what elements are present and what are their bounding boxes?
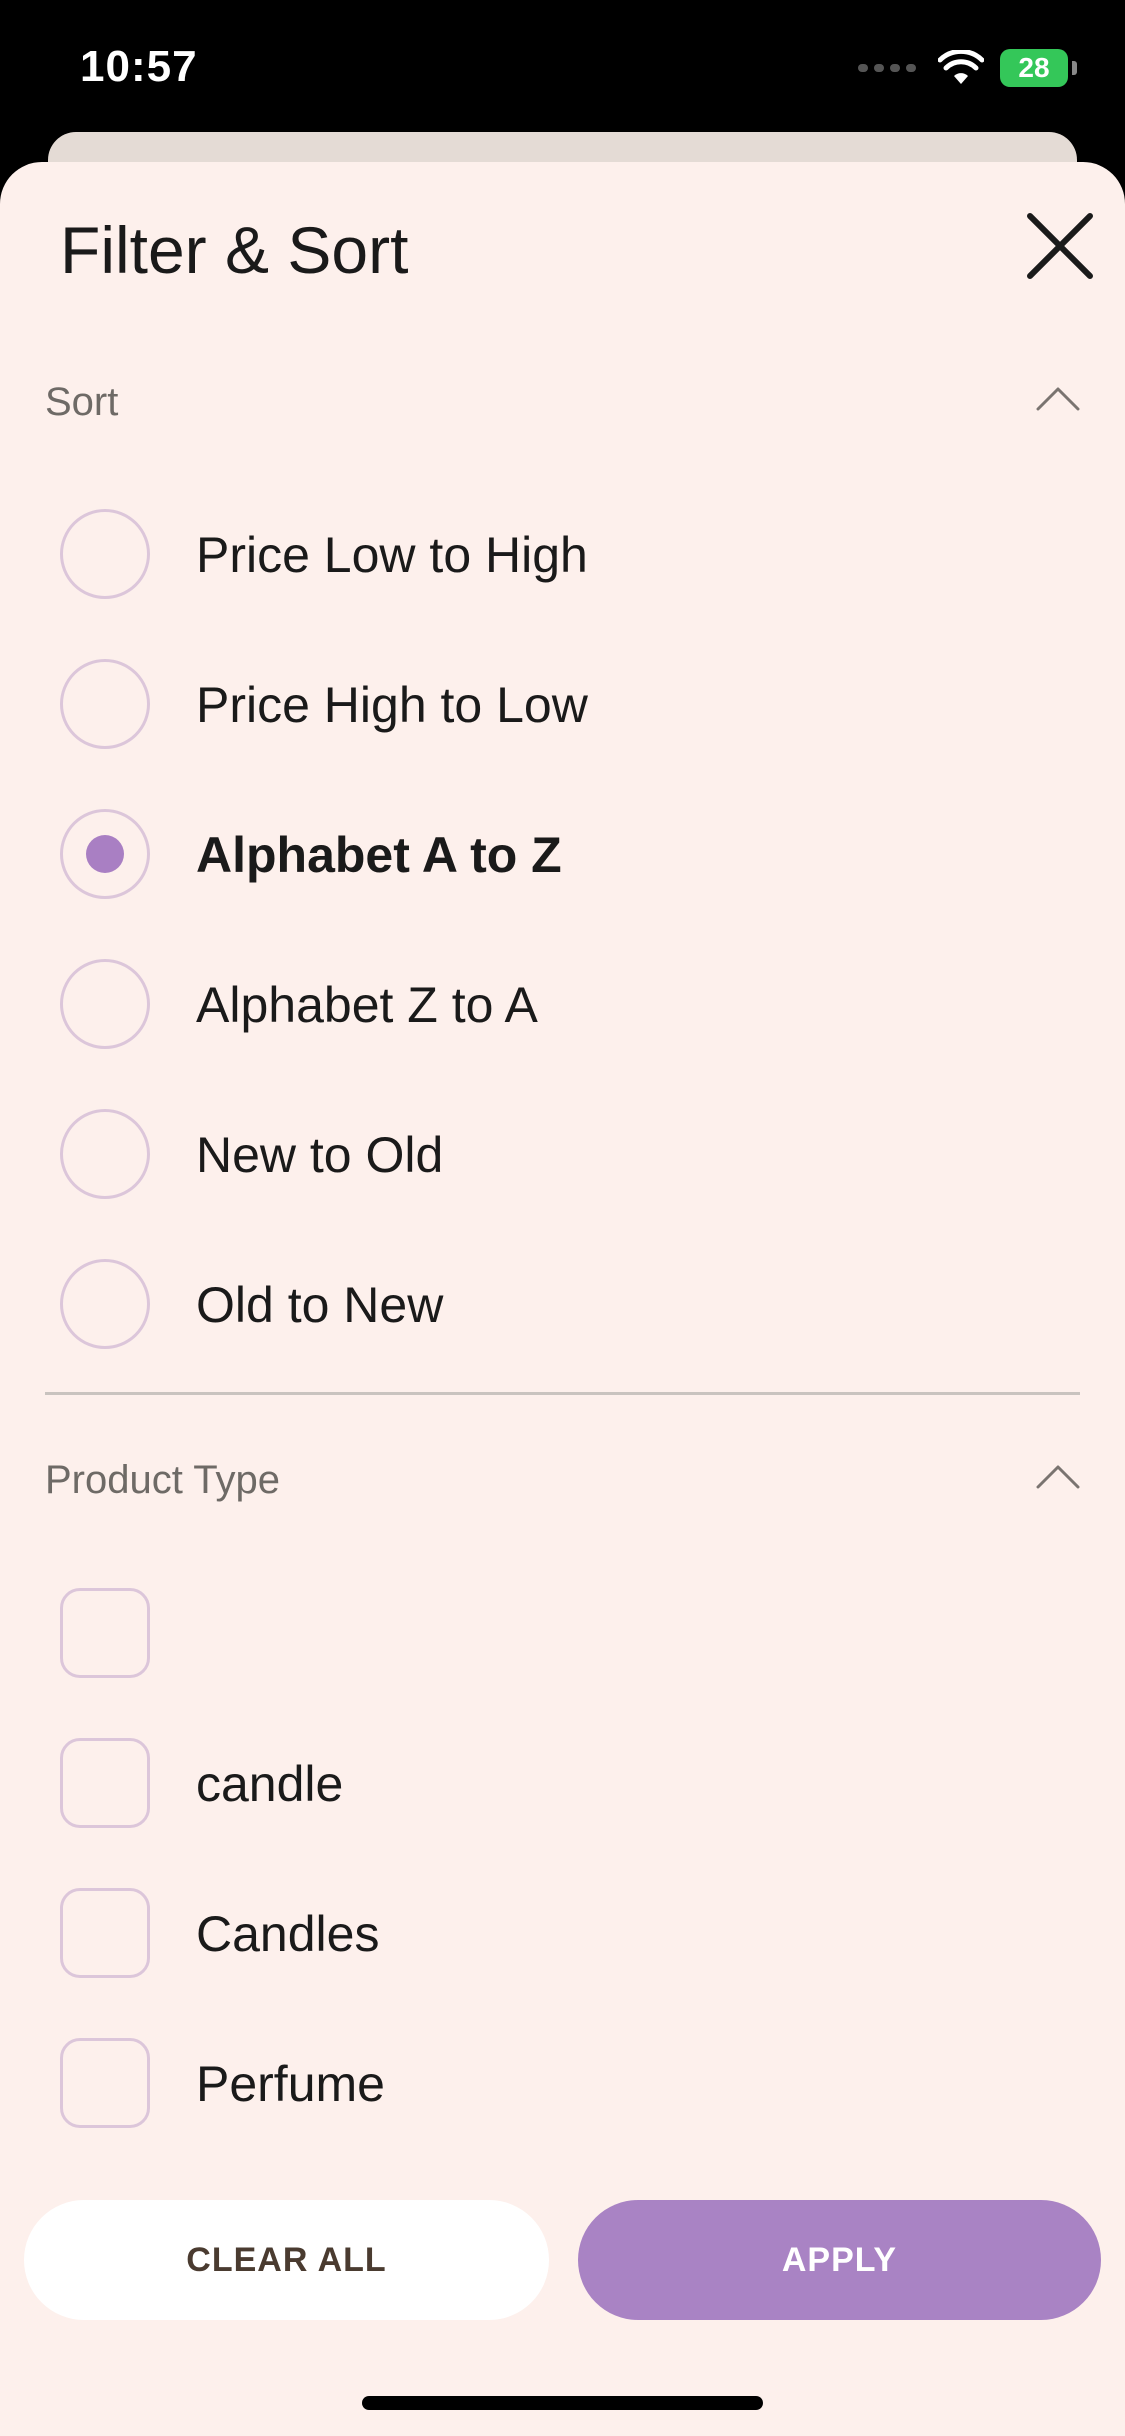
sort-option-label: Old to New: [196, 1277, 444, 1333]
section-divider: [45, 1392, 1080, 1395]
status-indicators: 28: [858, 44, 1077, 92]
checkbox[interactable]: [60, 1738, 150, 1828]
product-type-option-label: Perfume: [196, 2056, 385, 2112]
close-icon: [1027, 213, 1093, 279]
sort-option-alphabet-z-a[interactable]: Alphabet Z to A: [60, 954, 1060, 1054]
status-time: 10:57: [80, 42, 198, 91]
sort-option-price-low-high[interactable]: Price Low to High: [60, 504, 1060, 604]
radio-button-selected[interactable]: [60, 809, 150, 899]
product-type-option-blank[interactable]: [60, 1583, 1060, 1683]
product-type-option-candle[interactable]: candle: [60, 1733, 1060, 1833]
checkbox[interactable]: [60, 1888, 150, 1978]
filter-sort-sheet: Filter & Sort Sort Price Low to High Pri…: [0, 162, 1125, 2436]
sort-section-label: Sort: [45, 380, 119, 424]
home-indicator: [362, 2396, 763, 2410]
chevron-up-icon: [1036, 387, 1080, 411]
cellular-signal-icon: [858, 64, 916, 72]
sort-option-label: Price High to Low: [196, 677, 588, 733]
close-button[interactable]: [1022, 208, 1098, 284]
clear-all-button[interactable]: CLEAR ALL: [24, 2200, 549, 2320]
radio-button[interactable]: [60, 659, 150, 749]
sort-option-alphabet-a-z[interactable]: Alphabet A to Z: [60, 804, 1060, 904]
sort-section-header[interactable]: Sort: [45, 372, 1080, 432]
battery-level: 28: [1018, 52, 1050, 83]
product-type-option-perfume[interactable]: Perfume: [60, 2033, 1060, 2133]
checkbox[interactable]: [60, 1588, 150, 1678]
product-type-section-header[interactable]: Product Type: [45, 1450, 1080, 1510]
sort-option-new-old[interactable]: New to Old: [60, 1104, 1060, 1204]
radio-button[interactable]: [60, 1109, 150, 1199]
sheet-title: Filter & Sort: [60, 213, 409, 287]
apply-button[interactable]: APPLY: [578, 2200, 1101, 2320]
product-type-option-label: candle: [196, 1756, 344, 1812]
battery-nub: [1072, 61, 1077, 75]
sort-option-label: Price Low to High: [196, 527, 588, 583]
chevron-up-icon: [1036, 1465, 1080, 1489]
product-type-option-candles[interactable]: Candles: [60, 1883, 1060, 1983]
radio-button[interactable]: [60, 1259, 150, 1349]
battery-icon: 28: [1000, 49, 1068, 87]
sort-option-label: Alphabet Z to A: [196, 977, 538, 1033]
sort-option-old-new[interactable]: Old to New: [60, 1254, 1060, 1354]
product-type-section-label: Product Type: [45, 1458, 280, 1502]
status-bar: 10:57 28: [0, 0, 1125, 135]
checkbox[interactable]: [60, 2038, 150, 2128]
sort-option-label: New to Old: [196, 1127, 444, 1183]
radio-button[interactable]: [60, 509, 150, 599]
sort-option-label: Alphabet A to Z: [196, 827, 562, 883]
wifi-icon: [938, 50, 984, 84]
radio-button[interactable]: [60, 959, 150, 1049]
sort-option-price-high-low[interactable]: Price High to Low: [60, 654, 1060, 754]
product-type-option-label: Candles: [196, 1906, 380, 1962]
